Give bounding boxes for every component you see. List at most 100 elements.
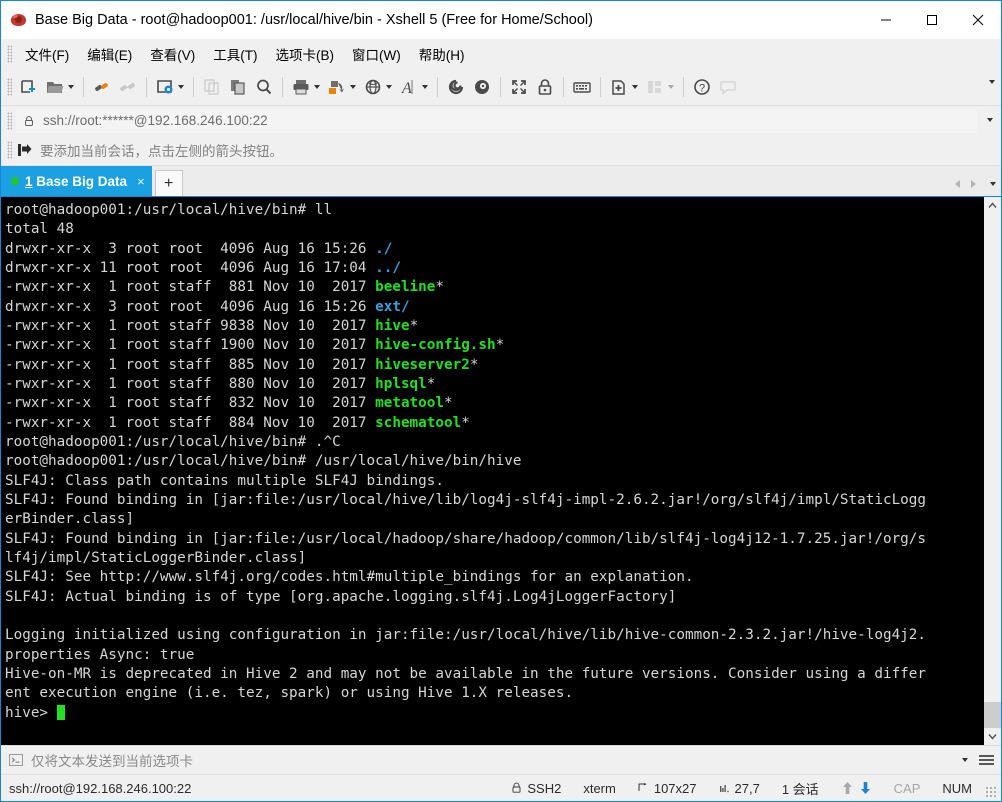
terminal-text: hive: [375, 317, 410, 334]
scroll-up-button[interactable]: [984, 197, 1001, 214]
terminal-line: ent execution engine (i.e. tez, spark) o…: [5, 684, 983, 703]
upload-arrow-icon: [842, 782, 852, 794]
menu-window[interactable]: 窗口(W): [343, 40, 410, 68]
scrollbar-thumb[interactable]: [984, 702, 1001, 728]
globe-icon[interactable]: [360, 73, 396, 101]
send-dropdown-icon[interactable]: [962, 758, 968, 762]
session-properties-icon[interactable]: [152, 73, 188, 101]
terminal-text: drwxr-xr-x 11 root root 4096 Aug 16 17:0…: [5, 259, 376, 276]
add-layout-icon[interactable]: [606, 73, 642, 101]
file-transfer-icon[interactable]: [324, 73, 360, 101]
xshell-icon: [11, 12, 27, 28]
terminal-text: hiveserver2: [375, 356, 470, 373]
tab-close-icon[interactable]: ×: [137, 174, 145, 189]
maximize-button[interactable]: [909, 1, 955, 39]
chevron-down-icon[interactable]: [178, 85, 184, 89]
terminal-line: SLF4J: Found binding in [jar:file:/usr/l…: [5, 491, 983, 510]
chevron-down-icon[interactable]: [668, 85, 674, 89]
terminal-text: ./: [375, 240, 393, 257]
toolbar-separator: [437, 77, 438, 97]
chevron-down-icon[interactable]: [632, 85, 638, 89]
cursor-position-icon: [719, 785, 729, 793]
add-session-icon[interactable]: [16, 142, 32, 158]
menu-help[interactable]: 帮助(H): [410, 40, 474, 68]
window-title: Base Big Data - root@hadoop001: /usr/loc…: [35, 12, 593, 28]
menu-bar: 文件(F) 编辑(E) 查看(V) 工具(T) 选项卡(B) 窗口(W) 帮助(…: [1, 39, 1001, 69]
chevron-down-icon[interactable]: [350, 85, 356, 89]
tab-prev-icon[interactable]: [953, 179, 962, 189]
copy-session-icon[interactable]: [199, 73, 225, 101]
terminal-text: ../: [375, 259, 401, 276]
keyboard-icon[interactable]: [569, 73, 595, 101]
address-dropdown-button[interactable]: [987, 118, 993, 122]
chevron-down-icon[interactable]: [68, 85, 74, 89]
terminal-line: SLF4J: See http://www.slf4j.org/codes.ht…: [5, 568, 983, 587]
terminal-line: SLF4J: Found binding in [jar:file:/usr/l…: [5, 530, 983, 549]
address-input[interactable]: ssh://root:******@192.168.246.100:22: [16, 108, 977, 133]
connect-icon[interactable]: [89, 73, 115, 101]
tab-next-icon[interactable]: [969, 179, 978, 189]
menu-edit[interactable]: 编辑(E): [78, 40, 141, 68]
menu-tools[interactable]: 工具(T): [204, 40, 266, 68]
status-size: 107x27: [627, 781, 708, 796]
terminal-text: beeline: [375, 279, 436, 296]
minimize-button[interactable]: [863, 1, 909, 39]
terminal-text: hplsql: [375, 375, 427, 392]
scroll-down-button[interactable]: [984, 728, 1001, 745]
menu-tabs[interactable]: 选项卡(B): [267, 40, 344, 68]
terminal-text: drwxr-xr-x 3 root root 4096 Aug 16 15:26: [5, 298, 376, 315]
resize-grip[interactable]: [985, 786, 997, 798]
arrange-icon[interactable]: [642, 73, 678, 101]
terminal-text: hive-config.sh: [375, 337, 496, 354]
tab-number: 1: [25, 173, 33, 189]
open-folder-icon[interactable]: [42, 73, 78, 101]
close-button[interactable]: [955, 1, 1001, 39]
chevron-down-icon[interactable]: [422, 85, 428, 89]
terminal-line: -rwxr-xr-x 1 root staff 1900 Nov 10 2017…: [5, 336, 983, 355]
chevron-down-icon[interactable]: [386, 85, 392, 89]
lock-icon[interactable]: [532, 73, 558, 101]
terminal-text: SLF4J: Found binding in [jar:file:/usr/l…: [5, 491, 926, 508]
toolbar-overflow-button[interactable]: [989, 80, 995, 84]
font-icon[interactable]: A: [396, 73, 432, 101]
tab-base-big-data[interactable]: 1 Base Big Data ×: [1, 166, 152, 196]
terminal-line: -rwxr-xr-x 1 root staff 885 Nov 10 2017 …: [5, 356, 983, 375]
menu-file[interactable]: 文件(F): [16, 40, 78, 68]
status-cursor-position: 27,7: [708, 781, 771, 796]
terminal-line: -rwxr-xr-x 1 root staff 832 Nov 10 2017 …: [5, 394, 983, 413]
xftp-icon[interactable]: [443, 73, 469, 101]
terminal-line: -rwxr-xr-x 1 root staff 881 Nov 10 2017 …: [5, 278, 983, 297]
send-target-label: 仅将文本发送到当前选项卡: [31, 754, 193, 769]
title-bar: Base Big Data - root@hadoop001: /usr/loc…: [1, 1, 1001, 39]
menu-grip[interactable]: [7, 45, 12, 63]
scrollbar-track[interactable]: [984, 214, 1001, 728]
print-icon[interactable]: [288, 73, 324, 101]
terminal-screen[interactable]: root@hadoop001:/usr/local/hive/bin# ll to…: [1, 197, 983, 745]
terminal-scrollbar[interactable]: [983, 197, 1001, 745]
new-tab-button[interactable]: +: [154, 170, 183, 196]
toolbar-separator: [600, 77, 601, 97]
disconnect-icon[interactable]: [115, 73, 141, 101]
notice-grip[interactable]: [7, 141, 12, 159]
terminal-cursor: [56, 704, 65, 720]
send-menu-icon[interactable]: [978, 753, 995, 767]
terminal-text: hive>: [5, 704, 57, 721]
toolbar-separator: [500, 77, 501, 97]
notice-text: 要添加当前会话，点击左侧的箭头按钮。: [40, 144, 283, 159]
address-grip[interactable]: [7, 111, 12, 130]
status-connection: ssh://root@192.168.246.100:22: [9, 780, 192, 796]
fullscreen-icon[interactable]: [506, 73, 532, 101]
chevron-down-icon[interactable]: [314, 85, 320, 89]
xagent-icon[interactable]: [469, 73, 495, 101]
toolbar-grip[interactable]: [7, 78, 12, 96]
toolbar-separator: [83, 77, 84, 97]
find-icon[interactable]: [251, 73, 277, 101]
status-protocol-label: SSH2: [527, 780, 562, 796]
help-icon[interactable]: ?: [689, 73, 715, 101]
new-session-icon[interactable]: [16, 73, 42, 101]
tab-list-icon[interactable]: [990, 182, 996, 186]
comment-icon[interactable]: [715, 73, 741, 101]
paste-icon[interactable]: [225, 73, 251, 101]
menu-view[interactable]: 查看(V): [141, 40, 204, 68]
toolbar-separator: [563, 77, 564, 97]
